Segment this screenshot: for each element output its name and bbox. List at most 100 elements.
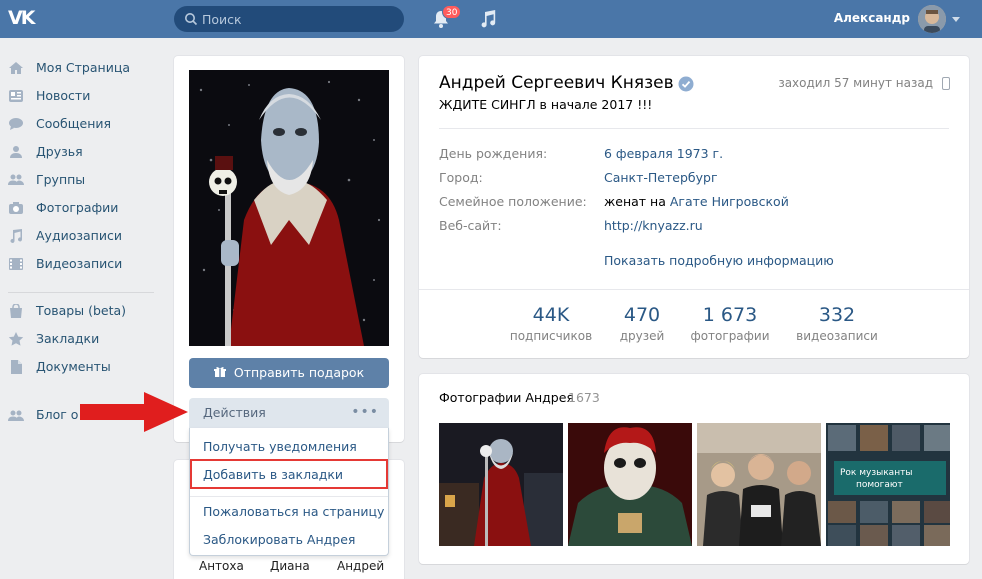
vk-logo-icon: VK: [8, 7, 39, 29]
poster-text: помогают: [856, 480, 903, 490]
family-partner-link[interactable]: Агате Нигровской: [670, 194, 789, 209]
sidebar-item-documents[interactable]: Документы: [8, 355, 158, 379]
photo-thumb-image: [697, 423, 821, 546]
stat-friends[interactable]: 470 друзей: [592, 304, 692, 343]
stat-caption: видеозаписи: [796, 329, 878, 343]
profile-status[interactable]: ЖДИТЕ СИНГЛ в начале 2017 !!!: [439, 97, 652, 112]
stat-caption: фотографии: [690, 329, 770, 343]
sidebar-item-groups[interactable]: Группы: [8, 168, 158, 192]
send-gift-label: Отправить подарок: [233, 365, 365, 380]
city-value[interactable]: Санкт-Петербург: [604, 170, 718, 185]
photo-thumb[interactable]: [439, 423, 563, 546]
sidebar-item-blog[interactable]: Блог о: [36, 407, 78, 422]
user-avatar-image: [918, 5, 946, 33]
sidebar-item-label: Документы: [36, 359, 111, 374]
menu-divider: [190, 496, 388, 497]
music-note-icon[interactable]: [478, 9, 498, 29]
mobile-phone-icon: [942, 77, 950, 90]
news-icon: [9, 90, 23, 102]
menu-item-label: Заблокировать Андрея: [203, 532, 356, 547]
star-icon: [8, 332, 24, 346]
sidebar-item-label: Сообщения: [36, 116, 112, 131]
search-input[interactable]: [202, 6, 397, 32]
vk-logo[interactable]: VK: [8, 6, 42, 30]
menu-item-report[interactable]: Пожаловаться на страницу: [190, 499, 388, 523]
send-gift-button[interactable]: Отправить подарок: [189, 358, 389, 388]
sidebar-item-news[interactable]: Новости: [8, 84, 158, 108]
profile-name: Андрей Сергеевич Князев: [439, 73, 674, 93]
camera-icon: [9, 202, 23, 214]
photo-thumb[interactable]: Рок музыканты помогают: [826, 423, 950, 546]
sidebar-item-label: Аудиозаписи: [36, 228, 122, 243]
chevron-down-icon[interactable]: [952, 17, 960, 22]
top-bar: VK 30 Александр: [0, 0, 982, 38]
notifications-badge: 30: [442, 5, 462, 19]
info-divider: [439, 128, 949, 129]
profile-photo-card: Отправить подарок Действия •••: [174, 56, 404, 442]
gift-icon: [213, 367, 226, 377]
friends-names-row: Антоха Диана Андрей: [174, 559, 404, 579]
family-prefix: женат на: [604, 194, 666, 209]
sidebar-item-market[interactable]: Товары (beta): [8, 299, 158, 323]
stat-number: 332: [818, 304, 856, 326]
profile-photo-image: [189, 70, 389, 346]
music-icon: [10, 229, 22, 243]
photos-title[interactable]: Фотографии Андрея: [439, 390, 574, 405]
show-more-info-link[interactable]: Показать подробную информацию: [604, 253, 834, 268]
sidebar-item-friends[interactable]: Друзья: [8, 140, 158, 164]
friend-name[interactable]: Андрей: [337, 559, 384, 573]
stat-number: 44K: [532, 304, 570, 326]
bag-icon: [10, 304, 22, 318]
actions-dropdown: Получать уведомления Добавить в закладки…: [189, 428, 389, 556]
profile-photo[interactable]: [189, 70, 389, 346]
birthday-value[interactable]: 6 февраля 1973 г.: [604, 146, 723, 161]
sidebar-item-label: Группы: [36, 172, 86, 187]
actions-button[interactable]: Действия •••: [189, 398, 389, 428]
website-link[interactable]: http://knyazz.ru: [604, 218, 703, 233]
groups-icon: [8, 174, 24, 185]
stat-number: 470: [623, 304, 661, 326]
stat-number: 1 673: [702, 304, 758, 326]
sidebar-item-messages[interactable]: Сообщения: [8, 112, 158, 136]
photo-thumb-image: [568, 423, 692, 546]
photo-thumb[interactable]: [568, 423, 692, 546]
red-arrow-icon: [80, 392, 188, 432]
sidebar-item-label: Друзья: [36, 144, 83, 159]
friends-icon: [10, 146, 22, 158]
more-dots-icon: •••: [351, 404, 379, 420]
blog-icon: [8, 410, 24, 421]
search-box[interactable]: [174, 6, 404, 32]
actions-label: Действия: [203, 405, 266, 420]
sidebar-item-label: Моя Страница: [36, 60, 130, 75]
stat-caption: друзей: [619, 329, 665, 343]
sidebar-item-bookmarks[interactable]: Закладки: [8, 327, 158, 351]
stat-photos[interactable]: 1 673 фотографии: [680, 304, 780, 343]
sidebar-item-label: Фотографии: [36, 200, 119, 215]
photo-thumb[interactable]: [697, 423, 821, 546]
video-icon: [9, 258, 23, 270]
svg-text:VK: VK: [8, 7, 37, 28]
sidebar-item-photos[interactable]: Фотографии: [8, 196, 158, 220]
sidebar-item-my-page[interactable]: Моя Страница: [8, 56, 158, 80]
friend-name[interactable]: Диана: [270, 559, 310, 573]
photo-thumb-image: Рок музыканты помогают: [826, 423, 950, 546]
stat-videos[interactable]: 332 видеозаписи: [787, 304, 887, 343]
user-name[interactable]: Александр: [760, 11, 910, 25]
stat-followers[interactable]: 44K подписчиков: [501, 304, 601, 343]
friend-name[interactable]: Антоха: [199, 559, 244, 573]
stats-divider: [419, 289, 969, 290]
sidebar-item-video[interactable]: Видеозаписи: [8, 252, 158, 276]
avatar[interactable]: [918, 5, 946, 33]
menu-item-block[interactable]: Заблокировать Андрея: [190, 527, 388, 551]
photos-count: 1673: [568, 390, 600, 405]
city-label: Город:: [439, 170, 483, 185]
menu-item-notifications[interactable]: Получать уведомления: [190, 434, 388, 458]
document-icon: [11, 360, 22, 374]
sidebar-item-audio[interactable]: Аудиозаписи: [8, 224, 158, 248]
photo-thumb-image: [439, 423, 563, 546]
sidebar-item-label: Товары (beta): [36, 303, 127, 318]
photos-card: Фотографии Андрея 1673 Рок музыканты пом…: [419, 374, 969, 564]
verified-icon: [678, 76, 694, 92]
search-icon: [185, 13, 198, 26]
profile-info-card: Андрей Сергеевич Князев заходил 57 минут…: [419, 56, 969, 358]
